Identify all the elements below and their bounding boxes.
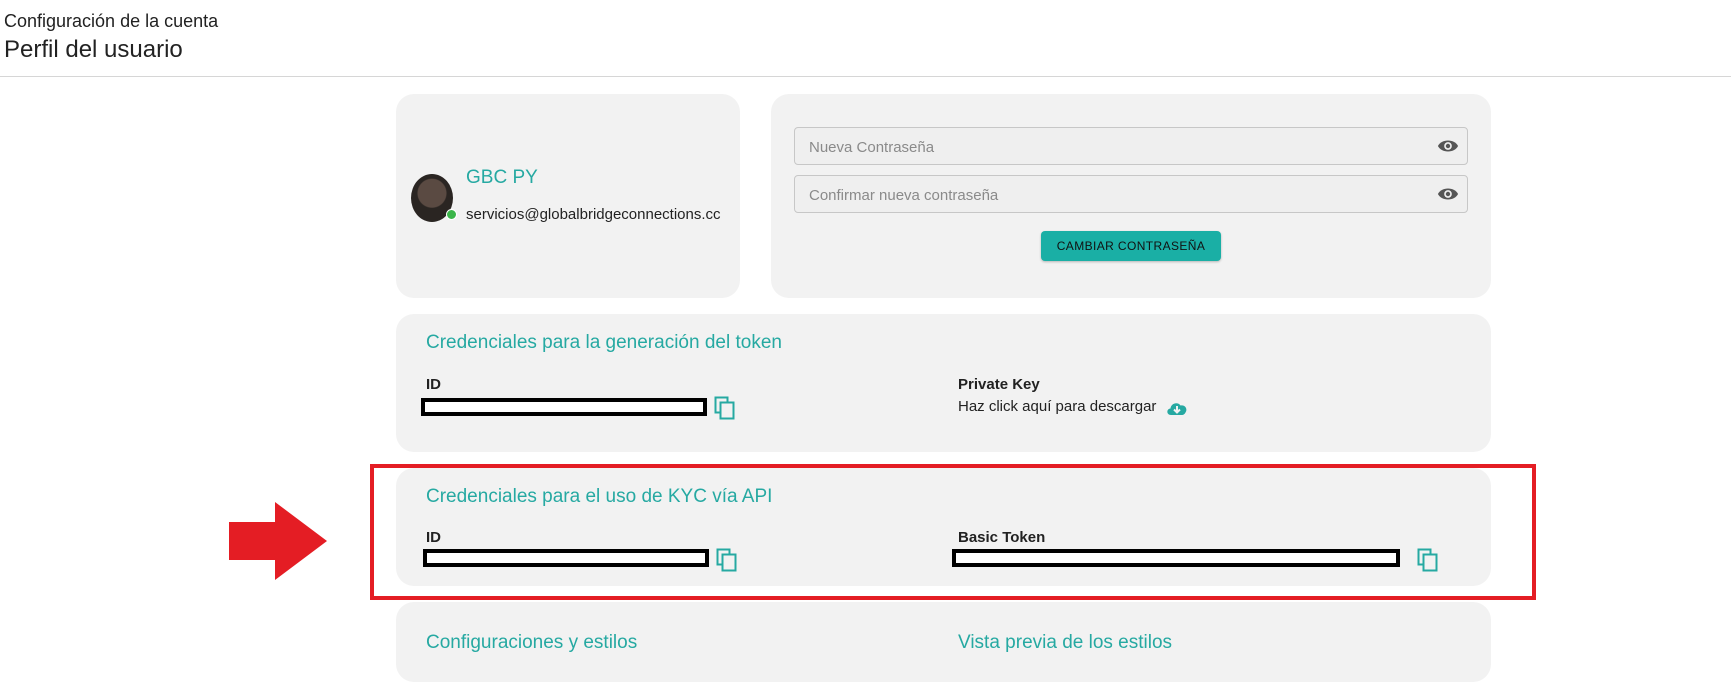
new-password-input[interactable] — [807, 128, 1411, 166]
page-header: Configuración de la cuenta Perfil del us… — [0, 0, 1731, 77]
eye-icon[interactable] — [1437, 136, 1459, 156]
online-status-icon — [446, 209, 457, 220]
arrow-right-icon — [229, 502, 327, 580]
token-id-redacted-value — [421, 398, 707, 416]
copy-icon[interactable] — [714, 396, 736, 420]
confirm-password-input[interactable] — [807, 176, 1411, 214]
token-section-title: Credenciales para la generación del toke… — [426, 332, 782, 353]
profile-card: GBC PY servicios@globalbridgeconnections… — [396, 94, 740, 298]
avatar[interactable] — [411, 174, 457, 222]
download-private-key-link[interactable]: Haz click aquí para descargar — [958, 398, 1156, 415]
change-password-button[interactable]: CAMBIAR CONTRASEÑA — [1041, 231, 1221, 261]
password-card: CAMBIAR CONTRASEÑA — [771, 94, 1491, 298]
styles-preview-title: Vista previa de los estilos — [958, 632, 1173, 653]
user-email: servicios@globalbridgeconnections.cc — [466, 206, 721, 223]
page-subtitle: Configuración de la cuenta — [4, 11, 219, 31]
eye-icon[interactable] — [1437, 184, 1459, 204]
page-title: Perfil del usuario — [4, 36, 183, 63]
styles-card: Configuraciones y estilos Vista previa d… — [396, 602, 1491, 682]
highlight-frame — [370, 464, 1536, 600]
new-password-field[interactable] — [794, 127, 1468, 166]
cloud-download-icon[interactable] — [1165, 398, 1189, 418]
confirm-password-field[interactable] — [794, 175, 1468, 214]
user-name: GBC PY — [466, 167, 538, 188]
token-id-label: ID — [426, 376, 441, 393]
styles-config-title: Configuraciones y estilos — [426, 632, 638, 653]
private-key-label: Private Key — [958, 376, 1040, 393]
token-credentials-card: Credenciales para la generación del toke… — [396, 314, 1491, 452]
